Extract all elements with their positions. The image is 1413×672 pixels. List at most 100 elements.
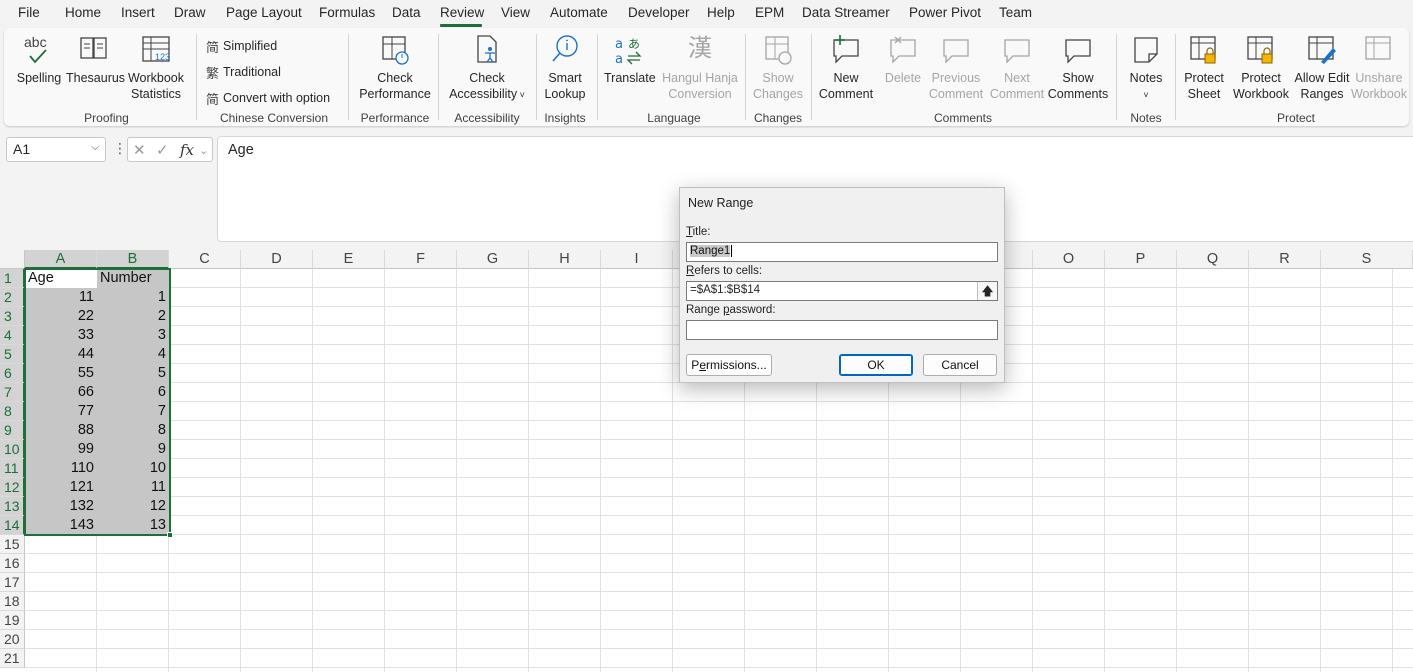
protect-sheet-button[interactable]: Protect Sheet [1180,34,1228,102]
enter-check-icon[interactable]: ✓ [156,141,169,159]
menu-epm[interactable]: EPM [755,5,784,20]
menu-page-layout[interactable]: Page Layout [226,5,302,20]
previous-comment-button[interactable]: Previous Comment [926,34,986,102]
unshare-workbook-icon [1364,34,1394,68]
row-header-15[interactable]: 15 [0,535,25,554]
menu-formulas[interactable]: Formulas [319,5,375,20]
menu-view[interactable]: View [501,5,530,20]
row-header-9[interactable]: 9 [0,421,25,440]
column-header-o[interactable]: O [1033,250,1105,269]
column-header-i[interactable]: I [601,250,673,269]
column-header-b[interactable]: B [97,250,169,269]
column-header-d[interactable]: D [241,250,313,269]
gridline-horizontal [25,515,1413,516]
translate-icon: aあa [614,34,644,68]
row-header-7[interactable]: 7 [0,383,25,402]
cancel-button[interactable]: Cancel [923,354,997,376]
column-header-g[interactable]: G [457,250,529,269]
menu-draw[interactable]: Draw [174,5,206,20]
menu-home[interactable]: Home [65,5,101,20]
menu-insert[interactable]: Insert [121,5,155,20]
cancel-x-icon[interactable]: ✕ [133,141,146,159]
column-header-q[interactable]: Q [1177,250,1249,269]
insert-function-icon[interactable]: fx [180,141,194,159]
menu-data[interactable]: Data [392,5,421,20]
show-changes-button[interactable]: Show Changes [750,34,806,102]
unshare-workbook-button[interactable]: Unshare Workbook [1350,34,1408,102]
translate-button[interactable]: aあa Translate [604,34,656,86]
simplified-button[interactable]: 简 Simplified [206,37,277,56]
column-header-r[interactable]: R [1249,250,1321,269]
fx-dropdown-icon[interactable]: ⌄ [199,144,208,157]
row-header-11[interactable]: 11 [0,459,25,478]
delete-comment-button[interactable]: Delete [880,34,926,86]
column-header-a[interactable]: A [25,250,97,269]
convert-with-option-button[interactable]: 简 Convert with option [206,89,330,108]
column-header-s[interactable]: S [1321,250,1413,269]
new-comment-button[interactable]: New Comment [816,34,876,102]
row-header-6[interactable]: 6 [0,364,25,383]
row-header-20[interactable]: 20 [0,630,25,649]
more-options-icon[interactable]: ⋮ [113,140,127,157]
check-performance-button[interactable]: Check Performance [356,34,434,102]
chevron-down-icon[interactable]: ⌵ [91,142,99,153]
workbook-statistics-button[interactable]: 123 Workbook Statistics [126,34,186,102]
range-password-input[interactable] [686,320,998,340]
column-header-e[interactable]: E [313,250,385,269]
row-header-1[interactable]: 1 [0,269,25,288]
row-header-14[interactable]: 14 [0,516,25,535]
next-comment-button[interactable]: Next Comment [988,34,1046,102]
notes-button[interactable]: Notes ˅ [1122,34,1170,103]
name-box[interactable]: A1 ⌵ [6,137,106,162]
select-all-corner[interactable] [0,250,25,269]
group-label-comments: Comments [933,111,992,125]
row-header-8[interactable]: 8 [0,402,25,421]
dropdown-caret-icon: ˅ [517,90,525,100]
row-header-3[interactable]: 3 [0,307,25,326]
smart-lookup-button[interactable]: Smart Lookup [542,34,588,102]
row-header-5[interactable]: 5 [0,345,25,364]
column-header-f[interactable]: F [385,250,457,269]
row-header-4[interactable]: 4 [0,326,25,345]
collapse-dialog-arrow-icon[interactable]: 🡅 [977,282,997,300]
traditional-icon: 繁 [206,66,220,81]
menu-file[interactable]: File [18,5,40,20]
menu-developer[interactable]: Developer [628,5,690,20]
gridline-vertical [456,269,457,672]
spelling-button[interactable]: abc Spelling [16,34,62,86]
fill-handle[interactable] [167,532,173,538]
row-header-13[interactable]: 13 [0,497,25,516]
refers-to-input[interactable]: =$A$1:$B$14 🡅 [686,281,998,301]
dialog-title: New Range [688,196,754,210]
ok-button[interactable]: OK [839,354,913,376]
allow-edit-ranges-button[interactable]: Allow Edit Ranges [1290,34,1354,102]
row-header-12[interactable]: 12 [0,478,25,497]
svg-text:a: a [615,37,623,52]
title-input[interactable]: Range1 [686,242,998,262]
row-header-19[interactable]: 19 [0,611,25,630]
permissions-button[interactable]: Permissions... [686,354,772,376]
check-accessibility-button[interactable]: Check Accessibility ˅ [444,34,530,103]
column-header-p[interactable]: P [1105,250,1177,269]
menu-help[interactable]: Help [707,5,735,20]
show-comments-button[interactable]: Show Comments [1046,34,1110,102]
traditional-button[interactable]: 繁 Traditional [206,63,281,82]
menu-review[interactable]: Review [440,5,484,20]
row-header-2[interactable]: 2 [0,288,25,307]
row-header-16[interactable]: 16 [0,554,25,573]
menu-data-streamer[interactable]: Data Streamer [802,5,890,20]
menu-power-pivot[interactable]: Power Pivot [909,5,981,20]
protect-workbook-button[interactable]: Protect Workbook [1230,34,1292,102]
menu-team[interactable]: Team [999,5,1032,20]
hangul-hanja-conversion-button[interactable]: 漢 Hangul Hanja Conversion [658,34,742,102]
menu-automate[interactable]: Automate [550,5,608,20]
row-header-18[interactable]: 18 [0,592,25,611]
ribbon-separator [745,34,746,120]
row-header-10[interactable]: 10 [0,440,25,459]
ribbon-separator [1116,34,1117,120]
row-header-21[interactable]: 21 [0,649,25,668]
thesaurus-button[interactable]: Thesaurus [66,34,125,86]
column-header-c[interactable]: C [169,250,241,269]
column-header-h[interactable]: H [529,250,601,269]
row-header-17[interactable]: 17 [0,573,25,592]
